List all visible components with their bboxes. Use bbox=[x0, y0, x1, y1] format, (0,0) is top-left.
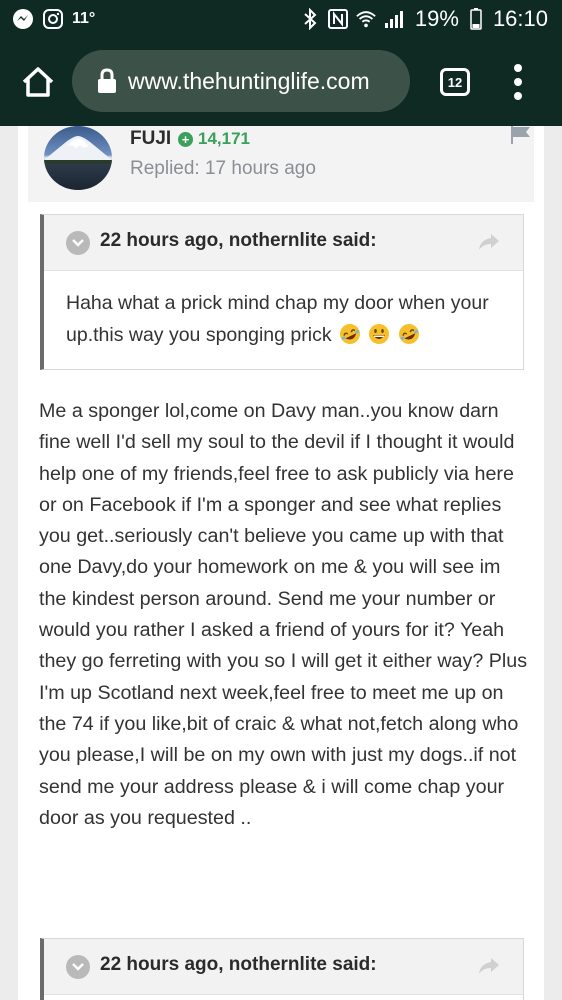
grin-emoji bbox=[369, 324, 390, 344]
signal-icon bbox=[383, 8, 405, 30]
wifi-icon bbox=[355, 8, 377, 30]
tab-switcher-button[interactable]: 12 bbox=[440, 68, 470, 96]
plus-icon: + bbox=[178, 131, 193, 147]
browser-toolbar: www.thehuntinglife.com 12 bbox=[0, 38, 562, 126]
url-text: www.thehuntinglife.com bbox=[128, 67, 370, 94]
mount-fuji-avatar-image bbox=[44, 136, 112, 164]
quote-text: Haha what a prick mind chap my door when… bbox=[44, 271, 523, 369]
clock: 16:10 bbox=[492, 6, 548, 31]
quote-header: 22 hours ago, nothernlite said: bbox=[44, 215, 523, 271]
reputation-count: 14,171 bbox=[198, 129, 250, 148]
nfc-icon bbox=[327, 8, 349, 30]
url-bar[interactable]: www.thehuntinglife.com bbox=[72, 50, 410, 112]
rofl-emoji bbox=[340, 324, 360, 344]
battery-percent: 19% bbox=[414, 6, 459, 31]
quote-block: 22 hours ago, nothernlite said: bbox=[40, 938, 524, 1000]
quote-collapse-toggle[interactable] bbox=[66, 231, 90, 255]
quote-collapse-toggle[interactable] bbox=[66, 955, 90, 979]
avatar[interactable] bbox=[44, 126, 112, 190]
author-name[interactable]: FUJI bbox=[130, 128, 171, 150]
quote-attribution[interactable]: 22 hours ago, nothernlite said: bbox=[100, 230, 377, 252]
chevron-down-icon bbox=[72, 963, 84, 971]
battery-icon bbox=[465, 8, 487, 30]
reputation-badge: + 14,171 bbox=[178, 129, 250, 149]
quote-header: 22 hours ago, nothernlite said: bbox=[44, 939, 523, 995]
quote-body-text: Haha what a prick mind chap my door when… bbox=[66, 292, 489, 346]
more-menu-button[interactable] bbox=[506, 64, 530, 100]
menu-dot-icon bbox=[514, 92, 522, 100]
post-body: Me a sponger lol,come on Davy man..you k… bbox=[39, 400, 528, 829]
share-arrow-icon[interactable] bbox=[477, 232, 501, 252]
messenger-icon bbox=[12, 8, 34, 30]
bluetooth-icon bbox=[299, 8, 321, 30]
menu-dot-icon bbox=[514, 78, 522, 86]
instagram-icon bbox=[42, 8, 64, 30]
home-icon bbox=[22, 67, 54, 97]
home-button[interactable] bbox=[18, 62, 58, 102]
quote-attribution[interactable]: 22 hours ago, nothernlite said: bbox=[100, 954, 377, 976]
chevron-down-icon bbox=[72, 239, 84, 247]
post-author-bar: FUJI + 14,171 Replied: 17 hours ago bbox=[28, 126, 534, 202]
report-flag-icon[interactable] bbox=[510, 126, 532, 144]
lock-icon bbox=[98, 68, 116, 93]
share-arrow-icon[interactable] bbox=[477, 956, 501, 976]
forum-post: FUJI + 14,171 Replied: 17 hours ago 22 h… bbox=[18, 126, 544, 1000]
replied-time: Replied: 17 hours ago bbox=[130, 158, 316, 179]
temperature: 11° bbox=[72, 10, 96, 27]
menu-dot-icon bbox=[514, 64, 522, 72]
quote-block: 22 hours ago, nothernlite said: Haha wha… bbox=[40, 214, 524, 370]
rofl-emoji bbox=[398, 324, 419, 344]
status-bar: 11° 19% 16:10 bbox=[0, 0, 562, 38]
